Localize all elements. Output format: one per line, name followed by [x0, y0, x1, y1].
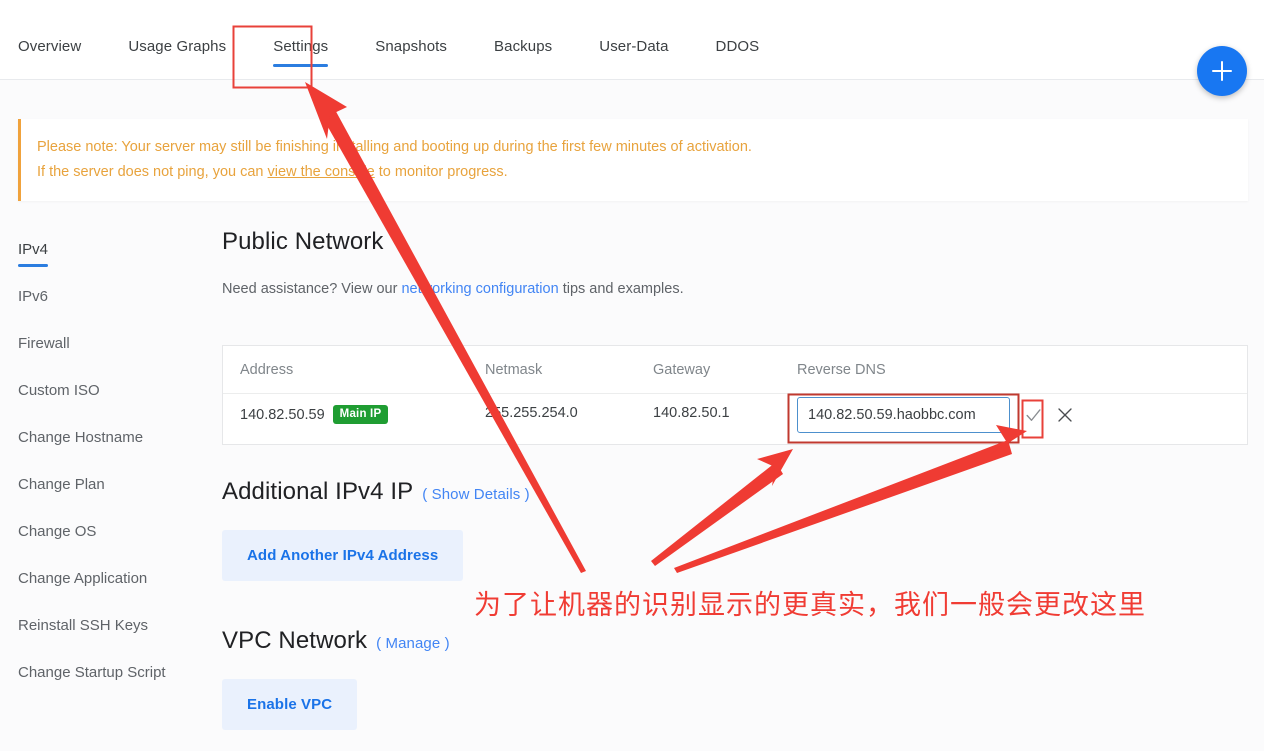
sidebar-item-label: Change Plan	[18, 476, 105, 493]
manage-vpc-link[interactable]: ( Manage )	[376, 635, 450, 652]
tab-overview-label: Overview	[18, 38, 82, 55]
sidebar-item-custom-iso[interactable]: Custom ISO	[18, 381, 208, 428]
column-header-gateway: Gateway	[653, 362, 711, 378]
tab-usage-graphs-label: Usage Graphs	[128, 38, 227, 55]
sidebar-item-ipv6[interactable]: IPv6	[18, 287, 208, 334]
sidebar-item-ipv4[interactable]: IPv4	[18, 240, 208, 287]
tab-user-data-label: User-Data	[599, 38, 669, 55]
tab-settings-label: Settings	[273, 38, 329, 55]
tab-list: Overview Usage Graphs Settings Snapshots…	[18, 0, 806, 80]
sidebar-item-label: IPv6	[18, 288, 49, 305]
sidebar-item-label: Custom ISO	[18, 382, 100, 399]
address-value: 140.82.50.59	[240, 407, 325, 423]
additional-ipv4-title: Additional IPv4 IP	[222, 478, 414, 505]
tab-snapshots[interactable]: Snapshots	[375, 0, 447, 80]
tab-usage-graphs[interactable]: Usage Graphs	[128, 0, 226, 80]
vpc-network-section: VPC Network ( Manage ) Enable VPC	[222, 627, 450, 730]
ipv4-table: Address Netmask Gateway Reverse DNS 140.…	[222, 345, 1248, 445]
cell-reverse-dns	[797, 397, 1076, 433]
additional-ipv4-section: Additional IPv4 IP ( Show Details ) Add A…	[222, 478, 530, 581]
cell-address: 140.82.50.59 Main IP	[240, 405, 389, 424]
notice-line-2-after: to monitor progress.	[374, 164, 508, 180]
page-title: Public Network	[222, 228, 384, 255]
sidebar-item-label: Reinstall SSH Keys	[18, 617, 149, 634]
notice-line-2-before: If the server does not ping, you can	[37, 164, 268, 180]
help-text-before: Need assistance? View our	[222, 281, 402, 297]
tab-backups[interactable]: Backups	[494, 0, 552, 80]
tab-backups-label: Backups	[494, 38, 553, 55]
show-details-link[interactable]: ( Show Details )	[422, 486, 529, 503]
main-content: Public Network Need assistance? View our…	[222, 228, 1248, 730]
view-console-link[interactable]: view the console	[268, 164, 375, 180]
sidebar-item-label: Change Hostname	[18, 429, 144, 446]
networking-help-text: Need assistance? View our networking con…	[222, 281, 1248, 297]
tab-bar: Overview Usage Graphs Settings Snapshots…	[0, 0, 1264, 80]
cell-gateway: 140.82.50.1	[653, 405, 730, 421]
sidebar-item-label: Change OS	[18, 523, 97, 540]
column-header-reverse-dns: Reverse DNS	[797, 362, 886, 378]
cell-netmask: 255.255.254.0	[485, 405, 578, 421]
plus-icon-stroke	[1221, 61, 1223, 81]
sidebar-item-reinstall-ssh-keys[interactable]: Reinstall SSH Keys	[18, 616, 208, 663]
sidebar-item-change-startup-script[interactable]: Change Startup Script	[18, 663, 208, 710]
tab-settings[interactable]: Settings	[273, 0, 329, 80]
sidebar-item-change-hostname[interactable]: Change Hostname	[18, 428, 208, 475]
tab-snapshots-label: Snapshots	[375, 38, 448, 55]
enable-vpc-button[interactable]: Enable VPC	[222, 679, 358, 730]
sidebar-item-change-plan[interactable]: Change Plan	[18, 475, 208, 522]
sidebar-item-label: Change Startup Script	[18, 664, 166, 681]
help-text-after: tips and examples.	[558, 281, 684, 297]
close-icon[interactable]	[1054, 401, 1076, 429]
annotation-arrow-to-confirm-check	[674, 425, 1027, 573]
page-root: Overview Usage Graphs Settings Snapshots…	[0, 0, 1264, 751]
table-row: 140.82.50.59 Main IP 255.255.254.0 140.82…	[223, 394, 1247, 444]
annotation-chinese-note: 为了让机器的识别显示的更真实，我们一般会更改这里	[474, 590, 1146, 621]
table-header-row: Address Netmask Gateway Reverse DNS	[223, 346, 1247, 394]
check-icon[interactable]	[1022, 401, 1044, 429]
column-header-netmask: Netmask	[485, 362, 543, 378]
notice-banner: Please note: Your server may still be fi…	[18, 119, 1248, 201]
sidebar-item-firewall[interactable]: Firewall	[18, 334, 208, 381]
networking-configuration-link[interactable]: networking configuration	[401, 281, 558, 297]
sidebar-item-label: IPv4	[18, 241, 49, 258]
tab-ddos[interactable]: DDOS	[716, 0, 760, 80]
notice-line-1: Please note: Your server may still be fi…	[37, 139, 752, 155]
sidebar-item-change-application[interactable]: Change Application	[18, 569, 208, 616]
add-another-ipv4-address-button[interactable]: Add Another IPv4 Address	[222, 530, 464, 581]
sidebar-item-label: Firewall	[18, 335, 70, 352]
tab-user-data[interactable]: User-Data	[599, 0, 668, 80]
notice-line-2: If the server does not ping, you can vie…	[37, 164, 508, 180]
sidebar-item-change-os[interactable]: Change OS	[18, 522, 208, 569]
reverse-dns-input[interactable]	[797, 397, 1010, 433]
add-button[interactable]	[1197, 46, 1247, 96]
tab-underline	[273, 64, 329, 67]
vpc-network-title: VPC Network	[222, 627, 368, 654]
status-badge-main-ip: Main IP	[332, 405, 389, 424]
settings-sidebar: IPv4 IPv6 Firewall Custom ISO Change Hos…	[18, 240, 208, 710]
column-header-address: Address	[240, 362, 294, 378]
tab-overview[interactable]: Overview	[18, 0, 81, 80]
tab-ddos-label: DDOS	[715, 38, 760, 55]
annotation-arrow-to-reverse-dns-input	[651, 449, 793, 566]
active-indicator	[18, 264, 48, 267]
sidebar-item-label: Change Application	[18, 570, 148, 587]
